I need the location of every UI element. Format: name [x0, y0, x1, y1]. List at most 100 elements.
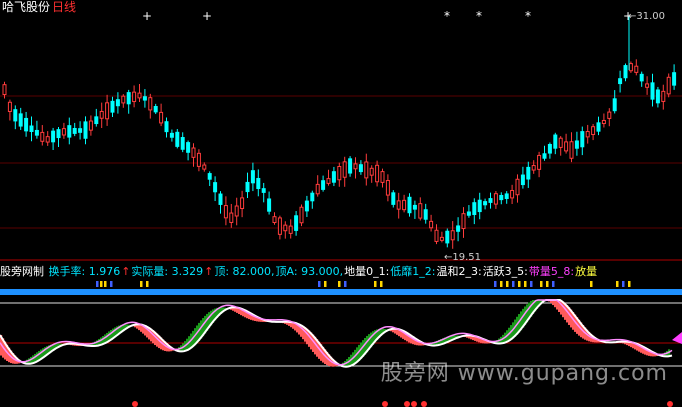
indicator-item: 温和2_3:: [436, 265, 482, 278]
candle-body: [623, 65, 628, 79]
candle-body: [558, 137, 563, 148]
candle-body: [110, 100, 115, 113]
candle-body: [472, 202, 477, 216]
candle-body: [553, 134, 558, 149]
candle-body: [477, 199, 482, 213]
candle-body: [493, 193, 498, 205]
candle-body: [277, 217, 282, 235]
signal-tick: [96, 281, 99, 287]
candle-body: [213, 182, 218, 193]
signal-tick: [494, 281, 497, 287]
signal-tick: [546, 281, 549, 287]
candle-body: [99, 110, 104, 119]
candle-body: [267, 198, 272, 212]
candle-body: [596, 122, 601, 132]
watermark: 股旁网 www.gupang.com: [380, 361, 668, 386]
candle-body: [24, 117, 29, 132]
candle-body: [223, 205, 228, 219]
candle-body: [164, 121, 169, 133]
candle-body: [310, 192, 315, 202]
candle-body: [672, 72, 677, 86]
indicator-item: 顶A: 93.000,: [275, 265, 344, 278]
candle-body: [326, 178, 331, 184]
candle-body: [380, 171, 385, 183]
period-label: 日线: [52, 0, 77, 14]
signal-dot: [382, 401, 388, 407]
candle-body: [283, 224, 288, 232]
candle-body: [574, 140, 579, 149]
candle-body: [72, 127, 77, 134]
candle-body: [634, 65, 639, 73]
candle-body: [342, 161, 347, 178]
candle-body: [191, 147, 196, 158]
candle-body: [542, 153, 547, 159]
indicator-arrow: ↑: [121, 265, 131, 278]
high-price-label: ←31.00: [628, 11, 666, 22]
top-marker: *: [444, 9, 450, 23]
candle-body: [396, 200, 401, 210]
signal-tick: [530, 281, 533, 287]
candle-body: [353, 163, 358, 170]
candle-body: [645, 83, 650, 88]
candle-body: [196, 152, 201, 167]
ribbon-segment: [554, 300, 557, 308]
candle-body: [537, 154, 542, 170]
signal-dot: [667, 401, 673, 407]
bottom-signal-dots: [132, 401, 673, 407]
candles-group: [2, 16, 677, 249]
candle-body: [639, 73, 644, 82]
candle-body: [159, 111, 164, 124]
candle-body: [51, 130, 56, 143]
candle-body: [250, 170, 255, 184]
candle-body: [304, 200, 309, 212]
high-price-value: 31.00: [636, 11, 666, 22]
candle-body: [569, 141, 574, 159]
candle-body: [439, 236, 444, 241]
signal-tick: [110, 281, 113, 287]
top-markers: + + * * * +: [142, 9, 633, 23]
candle-body: [137, 92, 142, 99]
indicator-item: 放量: [575, 265, 598, 278]
candle-body: [175, 131, 180, 147]
top-marker: +: [202, 9, 212, 23]
candle-body: [450, 230, 455, 241]
top-marker: *: [476, 9, 482, 23]
indicator-item: 地量0_1:: [344, 265, 390, 278]
candle-body: [169, 132, 174, 138]
candle-body: [547, 144, 552, 154]
candle-body: [245, 181, 250, 193]
candle-body: [650, 82, 655, 100]
candle-body: [402, 199, 407, 211]
signal-tick: [506, 281, 509, 287]
candle-body: [94, 116, 99, 125]
candle-body: [520, 174, 525, 186]
candle-body: [13, 109, 18, 122]
candle-body: [321, 180, 326, 190]
candle-body: [618, 78, 623, 85]
candle-body: [628, 63, 633, 72]
candle-body: [407, 196, 412, 214]
candle-body: [294, 215, 299, 231]
indicator-item: 低靡1_2:: [390, 265, 436, 278]
indicator-name: 股旁网制: [0, 265, 44, 278]
candle-body: [483, 201, 488, 206]
indicator-pane: [0, 281, 682, 407]
candle-body: [488, 198, 493, 203]
indicator-blue-band: [0, 289, 682, 295]
candle-body: [499, 194, 504, 201]
low-price-value: 19.51: [452, 252, 482, 263]
candle-body: [78, 128, 83, 133]
candle-body: [180, 137, 185, 150]
candlestick-chart[interactable]: + + * * * +: [0, 0, 682, 407]
signal-tick: [318, 281, 321, 287]
candle-body: [207, 173, 212, 180]
signal-tick: [540, 281, 543, 287]
candle-body: [526, 166, 531, 180]
signal-tick: [616, 281, 619, 287]
candle-body: [564, 141, 569, 152]
candle-body: [67, 125, 72, 138]
signal-tick: [518, 281, 521, 287]
candle-body: [655, 89, 660, 104]
stock-name: 哈飞股份: [2, 0, 51, 14]
candle-body: [348, 158, 353, 174]
